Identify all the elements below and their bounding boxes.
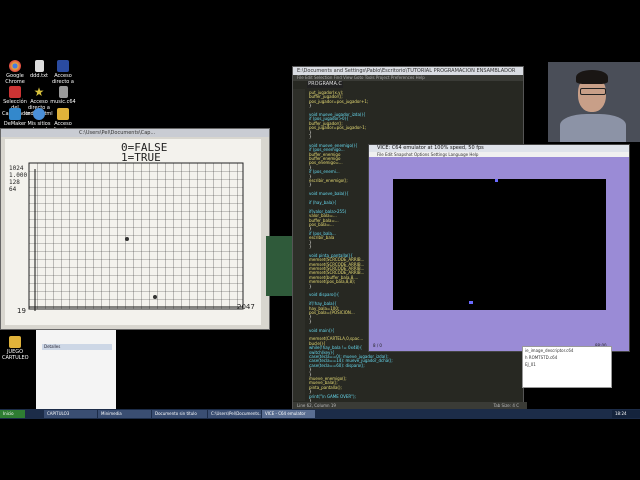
scissors-icon (9, 86, 21, 98)
pen-mark (153, 295, 157, 299)
explorer-window[interactable]: Detalles (36, 330, 116, 410)
desktop-icon-label: music.c64 (50, 99, 76, 105)
desktop-icon-shortcut[interactable]: Acceso directo a (50, 60, 76, 85)
graph-paper-photo: 0=FALSE 1=TRUE 1024 1.000 128 64 19 2047 (5, 139, 261, 325)
taskbar-item-vice[interactable]: VICE - C64 emulator (262, 410, 315, 418)
vice-emulator-window[interactable]: VICE: C64 emulator at 100% speed, 50 fps… (368, 144, 630, 352)
vice-title: VICE: C64 emulator at 100% speed, 50 fps (369, 145, 629, 152)
code-line: pos_enemigo=... (309, 160, 343, 166)
note-true: 1=TRUE (121, 151, 161, 164)
taskbar-item-folder[interactable]: C:\Users\Pel\Documents... (208, 410, 261, 418)
code-line: } (309, 182, 312, 188)
desktop-icon-label: DeMaker (3, 121, 27, 127)
status-right: Tab Size: 4 C (493, 403, 519, 408)
code-line: } (309, 103, 312, 109)
status-position: Line 62, Column 19 (297, 403, 336, 408)
desktop-icon-label: ddd.txt (30, 73, 48, 79)
person-hair (576, 70, 608, 84)
taskbar-item-minimedia[interactable]: Minimedia (98, 410, 151, 418)
code-line: pos_bala=(POSICION... (309, 310, 355, 315)
taskbar-item-documento[interactable]: Documento sin título (152, 410, 207, 418)
desktop-icon-music[interactable]: music.c64 (50, 86, 76, 105)
webcam-overlay (548, 62, 640, 142)
file-icon (58, 86, 68, 98)
player-sprite (469, 301, 473, 304)
desktop-icon-ddd[interactable]: ddd.txt (26, 60, 52, 79)
tab-programa[interactable]: PROGRAMA.C (307, 81, 343, 88)
code-line: escribir_enemigo(); (309, 178, 348, 183)
code-line: memset(pos_bala,8,8); (309, 279, 356, 285)
chrome-icon (9, 60, 21, 72)
enemy-sprite (495, 179, 498, 182)
code-line: } (309, 318, 312, 324)
start-button[interactable]: Inicio (0, 410, 25, 418)
vice-menu[interactable]: File Edit Snapshot Options Settings Lang… (369, 152, 629, 157)
note-left-values: 1024 1.000 128 64 (9, 165, 28, 193)
folder-icon (9, 336, 21, 348)
code-line: pos_bala=... (309, 222, 334, 227)
star-icon: ★ (33, 85, 45, 99)
taskbar-clock: 18:24 (612, 410, 640, 418)
breadboard-image (266, 236, 292, 296)
details-header: Detalles (42, 344, 112, 350)
photo-viewer-window[interactable]: C:\Users\Pel\Documents\Cap... 0=FALSE 1=… (0, 128, 270, 330)
desktop-icon-label: JUEGO CARTULEO (2, 349, 29, 361)
code-line: if (hay_bala){ (309, 200, 337, 205)
app-icon (9, 108, 21, 120)
text-file-icon (34, 60, 44, 72)
desktop-icon-label: Acceso directo a (51, 73, 74, 85)
file-item[interactable]: ie_image_descriptor.c64 (523, 347, 611, 354)
file-item[interactable]: EJ_01 (523, 361, 611, 368)
c64-screen[interactable] (393, 179, 606, 310)
graph-grid (28, 162, 244, 311)
vice-status-left: 8 / 0 (373, 343, 382, 348)
pen-mark (125, 237, 129, 241)
code-line: } (309, 134, 312, 139)
desktop-icon-label: Google Chrome (5, 73, 25, 85)
window-title: C:\Users\Pel\Documents\Cap... (1, 129, 269, 137)
taskbar-item-capitulo[interactable]: CAPITULO3 (44, 410, 97, 418)
code-line: pos_jugador=pos_jugador+1; (309, 98, 369, 104)
code-line: void disparo(){ (309, 292, 340, 298)
code-line: } (309, 283, 312, 289)
editor-status: Line 62, Column 19 Tab Size: 4 C (293, 402, 527, 409)
code-line: if (pos_enemi... (309, 169, 340, 175)
code-line: print("\n GAME OVER"); (309, 393, 356, 399)
desktop-icon-juego[interactable]: JUEGO CARTULEO (2, 336, 29, 361)
code-line: pos_jugador=pos_jugador-1; (309, 125, 367, 131)
code-line: escribir_bala (309, 235, 335, 241)
code-line: } (309, 244, 312, 249)
person-shoulders (560, 114, 626, 142)
file-list-panel[interactable]: ie_image_descriptor.c64 h ROMTSTD.c64 EJ… (522, 346, 612, 388)
editor-title: E:\Documents and Settings\Pablo\Escritor… (293, 67, 523, 75)
line-gutter (293, 89, 305, 401)
folder-icon (57, 108, 69, 120)
code-line: pinta_pantalla(); (309, 384, 342, 390)
shortcut-icon (57, 60, 69, 72)
file-item[interactable]: h ROMTSTD.c64 (523, 354, 611, 361)
network-icon (33, 108, 45, 120)
note-bottom-right: 2047 (237, 303, 255, 311)
person-glasses (580, 88, 606, 95)
code-line: void mueve_bala(){ (309, 191, 349, 197)
taskbar: Inicio CAPITULO3 Minimedia Documento sin… (0, 409, 640, 419)
desktop-icon-demaker[interactable]: DeMaker (2, 108, 28, 127)
code-line: void main(){ (309, 327, 335, 333)
note-bottom-left: 19 (17, 307, 26, 315)
code-line: case(tecla==60): disparo(); (309, 362, 365, 368)
desktop-icon-chrome[interactable]: Google Chrome (2, 60, 28, 85)
